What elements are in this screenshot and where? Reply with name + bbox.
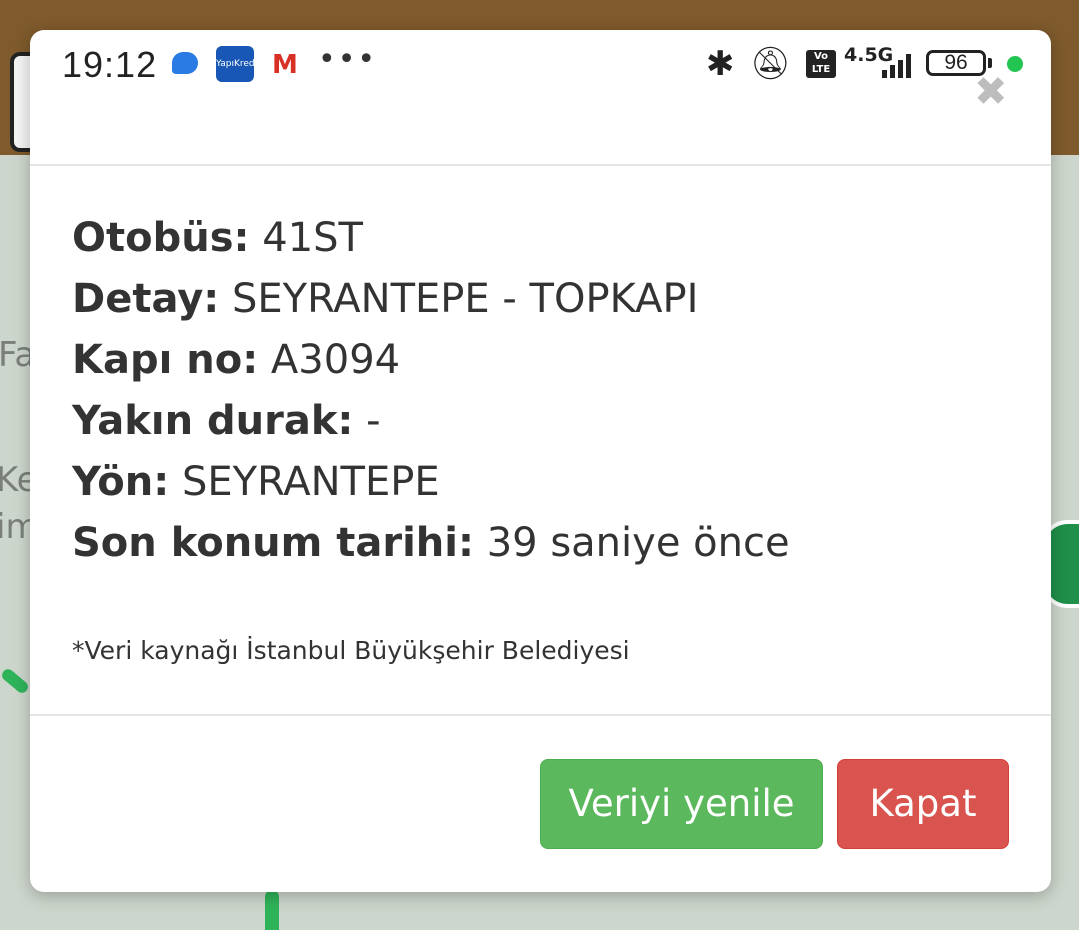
- messages-icon: [172, 52, 198, 74]
- data-source-note: *Veri kaynağı İstanbul Büyükşehir Beledi…: [72, 636, 630, 665]
- bus-line-row: Otobüs: 41ST: [72, 208, 1012, 269]
- bluetooth-icon: ✱: [706, 44, 735, 84]
- privacy-indicator-dot: [1007, 56, 1023, 72]
- field-label: Detay:: [72, 276, 220, 322]
- map-road: [0, 666, 31, 696]
- field-value: A3094: [258, 337, 401, 383]
- bank-app-icon: YapıKredi: [216, 46, 257, 82]
- field-label: Yakın durak:: [72, 398, 354, 444]
- field-value: 39 saniye önce: [474, 520, 790, 566]
- door-number-row: Kapı no: A3094: [72, 330, 1012, 391]
- close-button[interactable]: Kapat: [837, 759, 1009, 849]
- close-icon[interactable]: ✖: [974, 72, 1008, 112]
- refresh-data-button[interactable]: Veriyi yenile: [540, 759, 823, 849]
- map-road: [265, 890, 279, 930]
- signal-icon: [882, 52, 914, 78]
- status-time: 19:12: [62, 44, 158, 85]
- field-value: -: [353, 398, 381, 444]
- mute-icon: 🔕︎: [750, 44, 791, 82]
- field-value: 41ST: [249, 215, 363, 261]
- more-icon: •••: [318, 42, 378, 77]
- bus-info-modal: 19:12 YapıKredi M ••• ✱ 🔕︎ Vo LTE 4.5G 9…: [30, 30, 1051, 892]
- nearest-stop-row: Yakın durak: -: [72, 391, 1012, 452]
- route-detail-row: Detay: SEYRANTEPE - TOPKAPI: [72, 269, 1012, 330]
- status-bar: 19:12 YapıKredi M ••• ✱ 🔕︎ Vo LTE 4.5G 9…: [30, 30, 1051, 102]
- modal-header-divider: [30, 164, 1051, 166]
- last-location-row: Son konum tarihi: 39 saniye önce: [72, 513, 1012, 574]
- field-label: Yön:: [72, 459, 170, 505]
- gmail-icon: M: [272, 50, 298, 80]
- direction-row: Yön: SEYRANTEPE: [72, 452, 1012, 513]
- volte-icon: Vo LTE: [806, 50, 836, 78]
- modal-footer-divider: [30, 714, 1051, 716]
- field-value: SEYRANTEPE: [169, 459, 440, 505]
- field-value: SEYRANTEPE - TOPKAPI: [219, 276, 699, 322]
- field-label: Otobüs:: [72, 215, 250, 261]
- bus-details: Otobüs: 41ST Detay: SEYRANTEPE - TOPKAPI…: [72, 208, 1012, 574]
- field-label: Son konum tarihi:: [72, 520, 474, 566]
- field-label: Kapı no:: [72, 337, 259, 383]
- battery-tip: [988, 58, 992, 68]
